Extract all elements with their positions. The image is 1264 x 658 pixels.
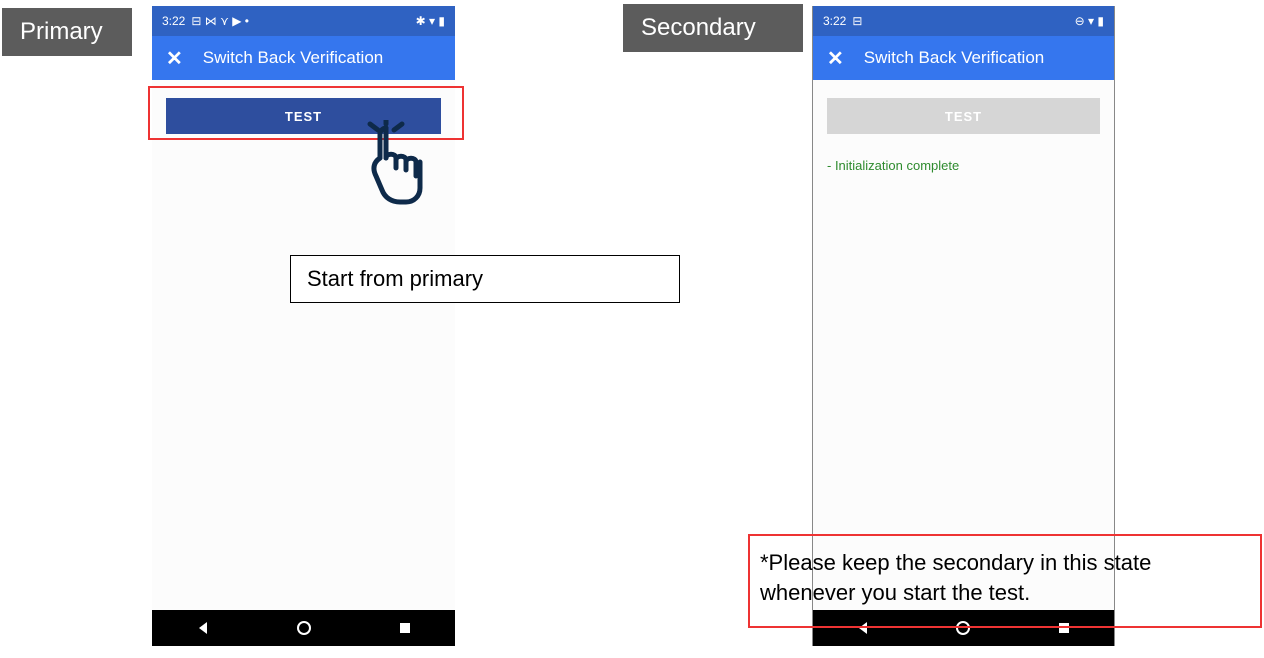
label-primary: Primary <box>2 8 132 56</box>
nav-recent-icon[interactable] <box>1056 620 1072 636</box>
nav-back-icon[interactable] <box>855 620 871 636</box>
nav-recent-icon[interactable] <box>397 620 413 636</box>
appbar-title: Switch Back Verification <box>203 48 383 68</box>
test-button: TEST <box>827 98 1100 134</box>
appbar-title: Switch Back Verification <box>864 48 1044 68</box>
status-right-icons: ⊖ ▾ ▮ <box>1075 14 1104 28</box>
phone-primary: 3:22 ⊟ ⋈ ⋎ ▶ • ✱ ▾ ▮ ✕ Switch Back Verif… <box>152 6 455 646</box>
close-icon[interactable]: ✕ <box>827 46 844 71</box>
nav-back-icon[interactable] <box>195 620 211 636</box>
status-left-icons: ⊟ ⋈ ⋎ ▶ • <box>191 14 249 28</box>
content-area: TEST - Initialization complete <box>813 80 1114 191</box>
android-nav-bar <box>813 610 1114 646</box>
status-time: 3:22 <box>823 14 846 28</box>
annotation-note: *Please keep the secondary in this state… <box>760 548 1250 607</box>
nav-home-icon[interactable] <box>955 620 971 636</box>
app-bar: ✕ Switch Back Verification <box>813 36 1114 80</box>
status-time: 3:22 <box>162 14 185 28</box>
label-secondary: Secondary <box>623 4 803 52</box>
status-left-icons: ⊟ <box>852 14 862 28</box>
status-right-icons: ✱ ▾ ▮ <box>416 14 445 28</box>
status-message: - Initialization complete <box>827 158 1100 173</box>
annotation-start: Start from primary <box>290 255 680 303</box>
status-bar: 3:22 ⊟ ⋈ ⋎ ▶ • ✱ ▾ ▮ <box>152 6 455 36</box>
nav-home-icon[interactable] <box>296 620 312 636</box>
touch-pointer-icon <box>360 120 430 210</box>
close-icon[interactable]: ✕ <box>166 46 183 71</box>
status-bar: 3:22 ⊟ ⊖ ▾ ▮ <box>813 6 1114 36</box>
app-bar: ✕ Switch Back Verification <box>152 36 455 80</box>
android-nav-bar <box>152 610 455 646</box>
